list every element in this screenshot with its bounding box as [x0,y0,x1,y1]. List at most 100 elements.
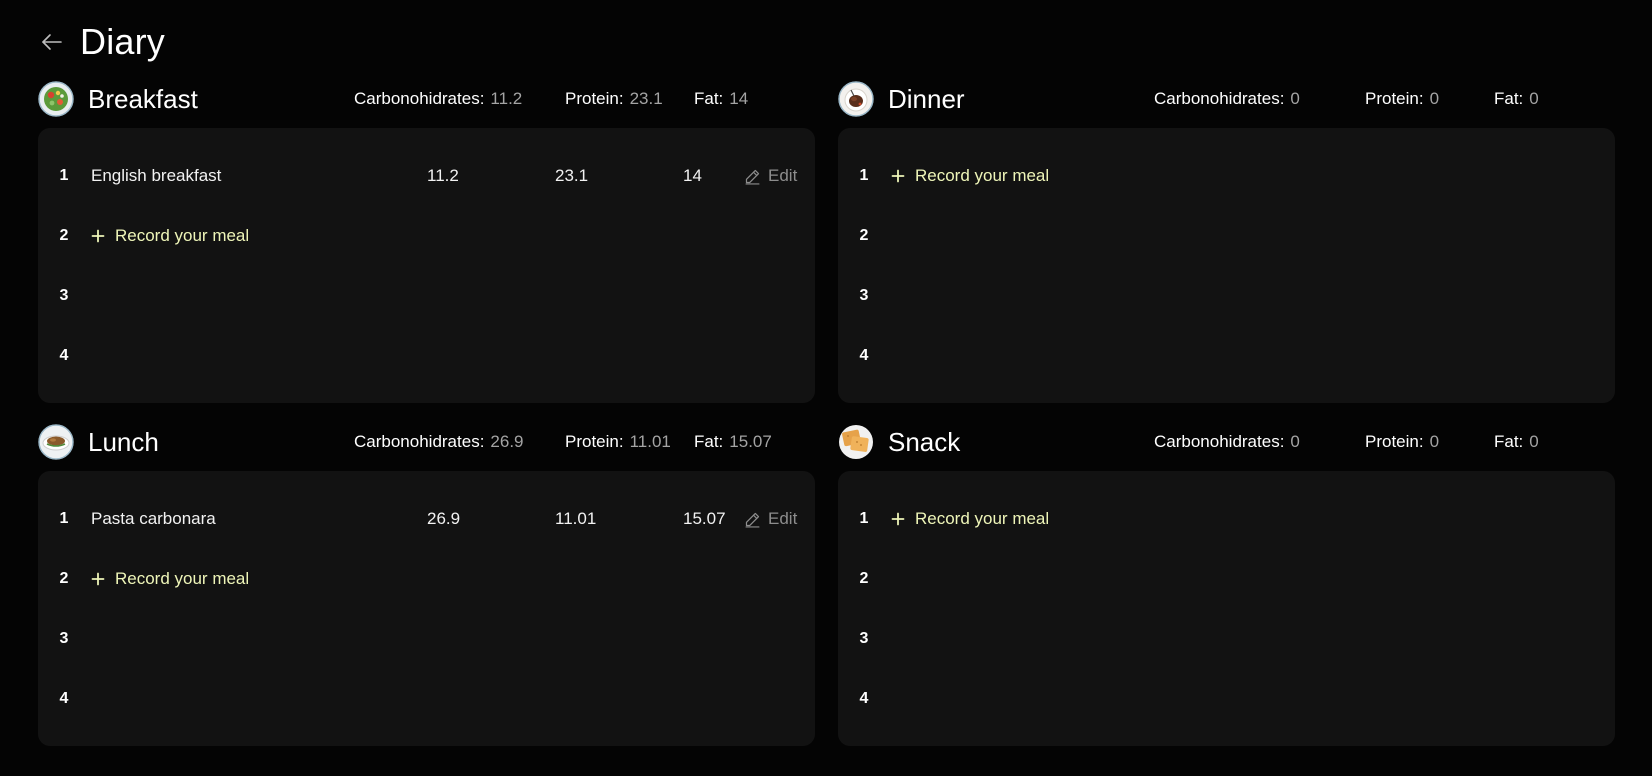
meal-row: 3 [838,281,1615,311]
meal-row: 1 Record your meal [838,161,1615,191]
meal-row: 4 [38,684,815,714]
carbs-total: Carbonohidrates: 0 [1154,420,1300,464]
fat-value: 0 [1529,432,1539,451]
meal-title: Lunch [88,426,159,457]
diary-page: Diary Breakfast Carbonohidrates: 11.2 Pr… [0,0,1652,776]
fat-label: Fat: [694,432,724,451]
row-number: 3 [59,630,69,647]
meal-row: 1 Record your meal [838,504,1615,534]
carbs-label: Carbonohidrates: [1154,432,1285,451]
entry-carbs: 11.2 [427,166,459,185]
pencil-icon [744,168,761,185]
arrow-left-icon [42,34,62,50]
meal-row: 2 [838,221,1615,251]
row-number: 2 [859,570,869,587]
meal-row: 2 Record your meal [38,221,815,251]
pencil-icon [744,511,761,528]
carbs-value: 0 [1290,432,1300,451]
meal-row: 4 [38,341,815,371]
meal-title: Snack [888,426,961,457]
entry-carbs: 26.9 [427,509,461,528]
protein-label: Protein: [565,432,624,451]
record-meal-button[interactable]: Record your meal [91,569,249,589]
protein-value: 0 [1429,432,1440,451]
meal-title: Dinner [888,83,965,114]
protein-total: Protein: 0 [1365,77,1439,121]
meal-row: 4 [838,341,1615,371]
carbs-total: Carbonohidrates: 11.2 [354,77,522,121]
fat-value: 0 [1529,89,1539,108]
carbs-label: Carbonohidrates: [354,432,485,451]
meal-header: Breakfast Carbonohidrates: 11.2 Protein:… [38,77,815,121]
meal-section-dinner: Dinner Carbonohidrates: 0 Protein: 0 Fat… [838,77,1615,403]
carbs-value: 11.2 [490,89,523,108]
row-number: 3 [59,287,69,304]
snack-crackers-icon [838,424,874,460]
row-number: 3 [859,630,869,647]
fat-label: Fat: [1494,432,1524,451]
carbs-label: Carbonohidrates: [1154,89,1285,108]
salad-bowl-icon [38,81,74,117]
protein-value: 0 [1429,89,1440,108]
lunch-plate-icon [38,424,74,460]
meal-header: Snack Carbonohidrates: 0 Protein: 0 Fat:… [838,420,1615,464]
meal-card: 1 Record your meal 2 3 4 [838,471,1615,746]
fat-label: Fat: [1494,89,1524,108]
meal-section-lunch: Lunch Carbonohidrates: 26.9 Protein: 11.… [38,420,815,746]
carbs-value: 26.9 [490,432,524,451]
meal-section-breakfast: Breakfast Carbonohidrates: 11.2 Protein:… [38,77,815,403]
carbs-label: Carbonohidrates: [354,89,485,108]
back-button[interactable] [38,28,66,56]
row-number: 1 [859,167,869,184]
dinner-plate-icon [838,81,874,117]
record-label: Record your meal [115,226,250,245]
meal-row: 3 [38,281,815,311]
edit-button[interactable]: Edit [744,166,797,186]
entry-protein: 11.01 [555,509,597,528]
meal-card: 1 Record your meal 2 3 4 [838,128,1615,403]
entry-fat: 15.07 [683,509,726,528]
protein-total: Protein: 23.1 [565,77,663,121]
record-label: Record your meal [115,569,250,588]
protein-label: Protein: [565,89,624,108]
row-number: 3 [859,287,869,304]
plus-icon [91,229,105,243]
page-title: Diary [80,21,166,62]
meal-card: 1 English breakfast 11.2 23.1 14 Edit 2 … [38,128,815,403]
fat-total: Fat: 0 [1494,77,1539,121]
meal-row: 2 Record your meal [38,564,815,594]
entry-fat: 14 [683,166,702,185]
carbs-value: 0 [1290,89,1300,108]
entry-name: Pasta carbonara [91,509,216,528]
protein-label: Protein: [1365,89,1424,108]
row-number: 4 [59,347,69,364]
protein-label: Protein: [1365,432,1424,451]
fat-value: 15.07 [729,432,772,451]
meal-title: Breakfast [88,83,198,114]
meal-section-snack: Snack Carbonohidrates: 0 Protein: 0 Fat:… [838,420,1615,746]
row-number: 2 [59,227,69,244]
entry-name: English breakfast [91,166,222,185]
carbs-total: Carbonohidrates: 26.9 [354,420,524,464]
record-meal-button[interactable]: Record your meal [891,166,1049,186]
row-number: 2 [859,227,869,244]
fat-total: Fat: 15.07 [694,420,772,464]
row-number: 1 [59,510,69,527]
meal-header: Dinner Carbonohidrates: 0 Protein: 0 Fat… [838,77,1615,121]
meal-row: 3 [38,624,815,654]
protein-value: 23.1 [629,89,663,108]
meal-row: 1 Pasta carbonara 26.9 11.01 15.07 Edit [38,504,815,534]
row-number: 4 [59,690,69,707]
record-meal-button[interactable]: Record your meal [891,509,1049,529]
meal-row: 4 [838,684,1615,714]
fat-total: Fat: 0 [1494,420,1539,464]
edit-button[interactable]: Edit [744,509,797,529]
meal-card: 1 Pasta carbonara 26.9 11.01 15.07 Edit [38,471,815,746]
edit-label: Edit [768,166,798,185]
fat-total: Fat: 14 [694,77,748,121]
row-number: 1 [859,510,869,527]
meal-row: 1 English breakfast 11.2 23.1 14 Edit [38,161,815,191]
plus-icon [91,572,105,586]
record-meal-button[interactable]: Record your meal [91,226,249,246]
fat-value: 14 [729,89,749,108]
